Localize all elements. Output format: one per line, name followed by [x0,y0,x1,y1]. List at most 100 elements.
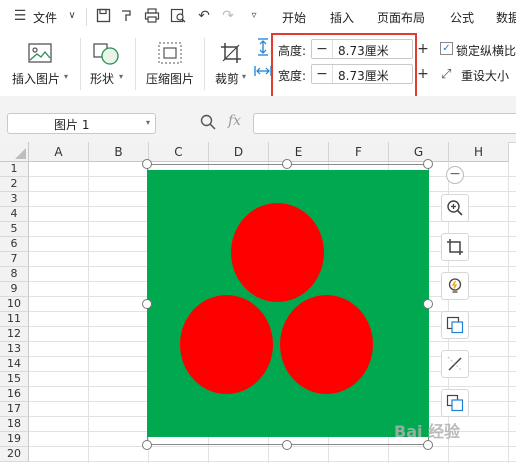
shape-button[interactable]: 形状 [90,70,114,87]
resize-handle-top-right[interactable] [423,159,433,169]
row-header-5[interactable]: 5 [0,222,29,237]
row-header-12[interactable]: 12 [0,327,29,342]
tab-page-layout[interactable]: 页面布局 [377,9,425,26]
column-header-a[interactable]: A [29,142,89,162]
collapse-toolbar-icon[interactable]: − [446,166,464,184]
reset-size-icon[interactable]: ⤢ [441,67,451,82]
row-header-6[interactable]: 6 [0,237,29,252]
print-preview-icon[interactable] [170,8,186,24]
spreadsheet-grid: ABCDEFGH 1 2 3 4 5 6 7 8 9 10 11 12 13 14 15 16 17 18 19 20… [0,142,516,463]
insert-picture-button[interactable]: 插入图片 [12,70,60,87]
picture-icon[interactable] [28,43,52,63]
gridline-vertical [88,162,89,463]
dropdown-arrow-icon[interactable]: ▾ [242,72,246,81]
column-header-e[interactable]: E [269,142,329,162]
crop-icon[interactable] [220,42,242,64]
quick-access-dropdown-icon[interactable]: ▿ [246,8,262,24]
row-header-16[interactable]: 16 [0,387,29,402]
row-header-8[interactable]: 8 [0,267,29,282]
gridline-vertical [508,162,509,463]
row-header-14[interactable]: 14 [0,357,29,372]
fx-icon[interactable]: fx [228,113,241,129]
compress-picture-icon[interactable] [158,42,182,64]
height-increase-button[interactable]: + [416,39,430,59]
dropdown-arrow-icon[interactable]: ▾ [119,72,123,81]
tab-formulas[interactable]: 公式 [450,9,474,26]
gridline-horizontal [29,446,516,447]
tab-insert[interactable]: 插入 [330,9,354,26]
redo-icon[interactable]: ↷ [220,8,236,24]
column-header-h[interactable]: H [449,142,509,162]
tab-data[interactable]: 数据 [496,9,516,26]
row-header-15[interactable]: 15 [0,372,29,387]
column-header-b[interactable]: B [89,142,149,162]
column-header-d[interactable]: D [209,142,269,162]
copy-icon[interactable] [441,389,469,417]
paste-format-icon[interactable] [118,8,134,24]
row-header-11[interactable]: 11 [0,312,29,327]
selected-picture[interactable] [147,170,429,437]
edit-icon[interactable] [441,350,469,378]
formula-input[interactable] [253,113,516,134]
row-header-17[interactable]: 17 [0,402,29,417]
reset-size-button[interactable]: 重设大小 [461,67,509,84]
ribbon-toolbar: 插入图片 ▾ 形状 ▾ 压缩图片 裁剪 ▾ 高度: − 8.73厘米 + 宽度:… [0,34,516,97]
divider [86,8,87,26]
zoom-in-icon[interactable] [441,194,469,222]
crop-icon[interactable] [441,233,469,261]
undo-icon[interactable]: ↶ [196,8,212,24]
menu-bar: ☰ 文件 ∨ ↶ ↷ ▿ 开始 插入 页面布局 公式 数据 [0,0,516,34]
hamburger-menu-icon[interactable]: ☰ [12,8,28,24]
row-header-9[interactable]: 9 [0,282,29,297]
compress-picture-button[interactable]: 压缩图片 [146,70,194,87]
crop-button[interactable]: 裁剪 [215,70,239,87]
watermark-logo: Bai 经验 [394,422,461,441]
resize-handle-bottom-left[interactable] [142,440,152,450]
height-icon [256,38,270,56]
column-header-g[interactable]: G [389,142,449,162]
resize-handle-top[interactable] [282,159,292,169]
ribbon-divider [80,38,81,90]
resize-handle-bottom[interactable] [282,440,292,450]
tab-home[interactable]: 开始 [282,9,306,26]
row-header-13[interactable]: 13 [0,342,29,357]
resize-handle-left[interactable] [142,299,152,309]
row-header-3[interactable]: 3 [0,192,29,207]
convert-icon[interactable] [441,311,469,339]
zoom-icon[interactable] [200,114,216,134]
file-menu[interactable]: 文件 [33,9,57,26]
row-header-4[interactable]: 4 [0,207,29,222]
print-icon[interactable] [144,8,160,24]
width-increase-button[interactable]: + [416,64,430,84]
row-header-19[interactable]: 19 [0,432,29,447]
bottom-right-red-circle [280,295,373,394]
row-header-20[interactable]: 20 [0,447,29,462]
dropdown-arrow-icon[interactable]: ▾ [64,72,68,81]
row-header-1[interactable]: 1 [0,162,29,177]
name-box[interactable]: 图片 1 ▾ [7,113,156,134]
chevron-down-icon[interactable]: ∨ [64,8,80,24]
ribbon-divider [135,38,136,90]
width-icon [254,64,272,78]
idea-icon[interactable] [441,272,469,300]
formula-bar: 图片 1 ▾ fx [0,96,516,143]
row-header-10[interactable]: 10 [0,297,29,312]
lock-ratio-label: 锁定纵横比 [456,44,516,58]
row-header-18[interactable]: 18 [0,417,29,432]
name-box-value: 图片 1 [54,118,90,132]
ribbon-divider [204,38,205,90]
resize-handle-top-left[interactable] [142,159,152,169]
gridline-horizontal [29,461,516,462]
column-header-c[interactable]: C [149,142,209,162]
lock-ratio-checkbox[interactable]: ✓ [440,42,453,55]
save-icon[interactable] [95,8,111,24]
top-red-circle [231,203,324,302]
row-header-7[interactable]: 7 [0,252,29,267]
select-all-corner[interactable] [0,142,29,162]
chevron-down-icon[interactable]: ▾ [146,118,150,127]
bottom-left-red-circle [180,295,273,394]
row-header-2[interactable]: 2 [0,177,29,192]
column-header-f[interactable]: F [329,142,389,162]
resize-handle-right[interactable] [423,299,433,309]
shape-icon[interactable] [93,43,121,65]
